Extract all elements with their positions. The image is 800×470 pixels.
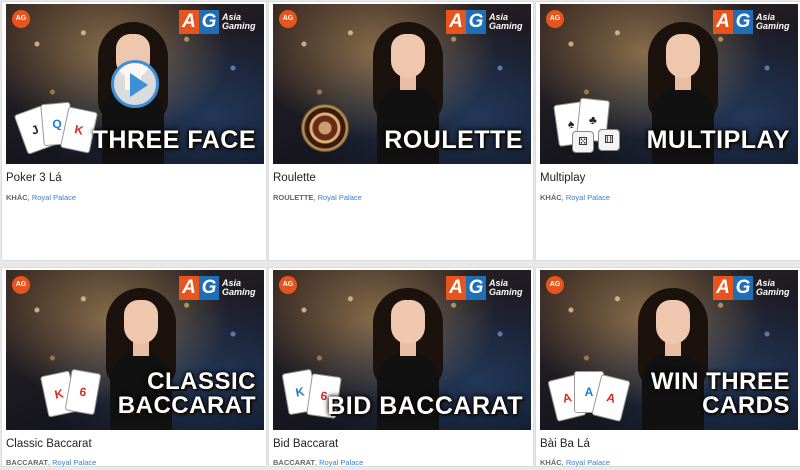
game-thumbnail[interactable]: AG A G Asia Gaming K 6 CLASSIC BACCARAT bbox=[6, 270, 264, 430]
game-category: KHÁC bbox=[540, 193, 562, 202]
game-category: BACCARAT bbox=[273, 458, 315, 467]
game-name[interactable]: Poker 3 Lá bbox=[6, 172, 62, 184]
asia-gaming-logo: A G Asia Gaming bbox=[179, 10, 258, 34]
asia-gaming-logo: A G Asia Gaming bbox=[446, 10, 525, 34]
asia-gaming-logo: A G Asia Gaming bbox=[713, 276, 792, 300]
game-category: BACCARAT bbox=[6, 458, 48, 467]
game-grid: AG A G Asia Gaming J Q K THREE FACE Poker … bbox=[0, 0, 800, 470]
asia-gaming-logo: A G Asia Gaming bbox=[446, 276, 525, 300]
game-meta: BACCARAT, Royal Palace bbox=[6, 458, 97, 467]
game-title-art: ROULETTE bbox=[384, 126, 523, 154]
game-thumbnail[interactable]: AG A G Asia Gaming A A A WIN THREE CARDS bbox=[540, 270, 798, 430]
ag-badge: AG bbox=[279, 10, 297, 28]
provider-link[interactable]: Royal Palace bbox=[318, 193, 362, 202]
game-meta: BACCARAT, Royal Palace bbox=[273, 458, 364, 467]
ag-badge: AG bbox=[279, 276, 297, 294]
game-category: ROULETTE bbox=[273, 193, 314, 202]
provider-link[interactable]: Royal Palace bbox=[319, 458, 363, 467]
playing-cards-icon: K 6 bbox=[16, 368, 102, 424]
game-card-multiplay[interactable]: AG A G Asia Gaming ♠ ♣ ⚄ ⚅ MULTIPLAY Multi… bbox=[535, 1, 800, 261]
game-meta: KHÁC, Royal Palace bbox=[6, 193, 77, 202]
game-card-bid-baccarat[interactable]: AG A G Asia Gaming K 6 BID BACCARAT Bid Ba… bbox=[268, 267, 534, 467]
game-card-bai-ba-la[interactable]: AG A G Asia Gaming A A A WIN THREE CARDS Bà… bbox=[535, 267, 800, 467]
asia-gaming-logo: A G Asia Gaming bbox=[713, 10, 792, 34]
game-thumbnail[interactable]: AG A G Asia Gaming ♠ ♣ ⚄ ⚅ MULTIPLAY bbox=[540, 4, 798, 164]
game-name[interactable]: Classic Baccarat bbox=[6, 438, 92, 450]
roulette-wheel-icon bbox=[301, 104, 349, 152]
game-card-roulette[interactable]: AG A G Asia Gaming ROULETTE Roulette ROULE… bbox=[268, 1, 534, 261]
game-title-art: WIN THREE CARDS bbox=[650, 368, 790, 419]
provider-link[interactable]: Royal Palace bbox=[566, 193, 610, 202]
game-card-classic-baccarat[interactable]: AG A G Asia Gaming K 6 CLASSIC BACCARAT Cla… bbox=[1, 267, 267, 467]
game-category: KHÁC bbox=[6, 193, 28, 202]
provider-link[interactable]: Royal Palace bbox=[52, 458, 96, 467]
provider-link[interactable]: Royal Palace bbox=[566, 458, 610, 467]
game-category: KHÁC bbox=[540, 458, 562, 467]
ag-badge: AG bbox=[12, 276, 30, 294]
game-card-poker-3-la[interactable]: AG A G Asia Gaming J Q K THREE FACE Poker … bbox=[1, 1, 267, 261]
game-thumbnail[interactable]: AG A G Asia Gaming K 6 BID BACCARAT bbox=[273, 270, 531, 430]
game-title-art: BID BACCARAT bbox=[327, 392, 523, 420]
game-meta: KHÁC, Royal Palace bbox=[540, 193, 611, 202]
play-icon[interactable] bbox=[111, 60, 159, 108]
game-meta: ROULETTE, Royal Palace bbox=[273, 193, 362, 202]
game-name[interactable]: Bid Baccarat bbox=[273, 438, 338, 450]
ag-badge: AG bbox=[12, 10, 30, 28]
game-meta: KHÁC, Royal Palace bbox=[540, 458, 611, 467]
game-title-art: MULTIPLAY bbox=[646, 126, 790, 154]
cards-and-dice-icon: ♠ ♣ ⚄ ⚅ bbox=[550, 97, 630, 158]
asia-gaming-logo: A G Asia Gaming bbox=[179, 276, 258, 300]
game-thumbnail[interactable]: AG A G Asia Gaming ROULETTE bbox=[273, 4, 531, 164]
game-thumbnail[interactable]: AG A G Asia Gaming J Q K THREE FACE bbox=[6, 4, 264, 164]
provider-link[interactable]: Royal Palace bbox=[32, 193, 76, 202]
playing-cards-icon: A A A bbox=[547, 369, 631, 424]
ag-badge: AG bbox=[546, 276, 564, 294]
game-name[interactable]: Bài Ba Lá bbox=[540, 438, 590, 450]
game-name[interactable]: Roulette bbox=[273, 172, 316, 184]
ag-badge: AG bbox=[546, 10, 564, 28]
game-title-art: THREE FACE bbox=[92, 126, 256, 154]
playing-cards-icon: J Q K bbox=[13, 101, 99, 158]
game-name[interactable]: Multiplay bbox=[540, 172, 585, 184]
game-title-art: CLASSIC BACCARAT bbox=[117, 368, 256, 419]
